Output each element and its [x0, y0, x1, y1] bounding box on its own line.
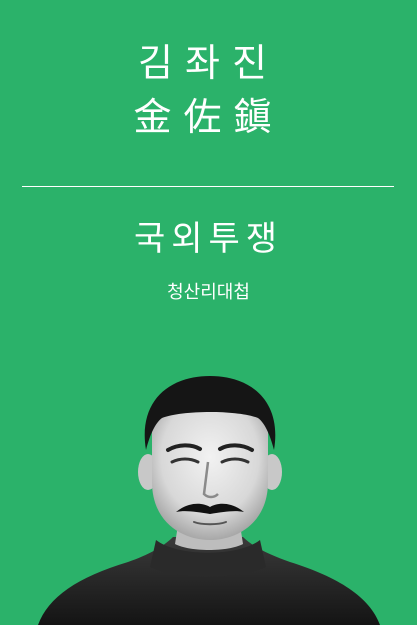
- portrait-svg: [38, 376, 380, 625]
- divider-line: [22, 186, 394, 187]
- event-subtitle: 청산리대첩: [167, 282, 250, 303]
- category-title: 국외투쟁: [133, 219, 284, 259]
- portrait-image: [38, 362, 380, 625]
- cover-card: 김좌진 金佐鎭 국외투쟁 청산리대첩: [0, 0, 417, 625]
- face-shape: [152, 402, 268, 540]
- person-name-hanja: 金佐鎭: [133, 95, 284, 139]
- coat-shape: [38, 537, 380, 625]
- person-name-hangul: 김좌진: [138, 41, 279, 85]
